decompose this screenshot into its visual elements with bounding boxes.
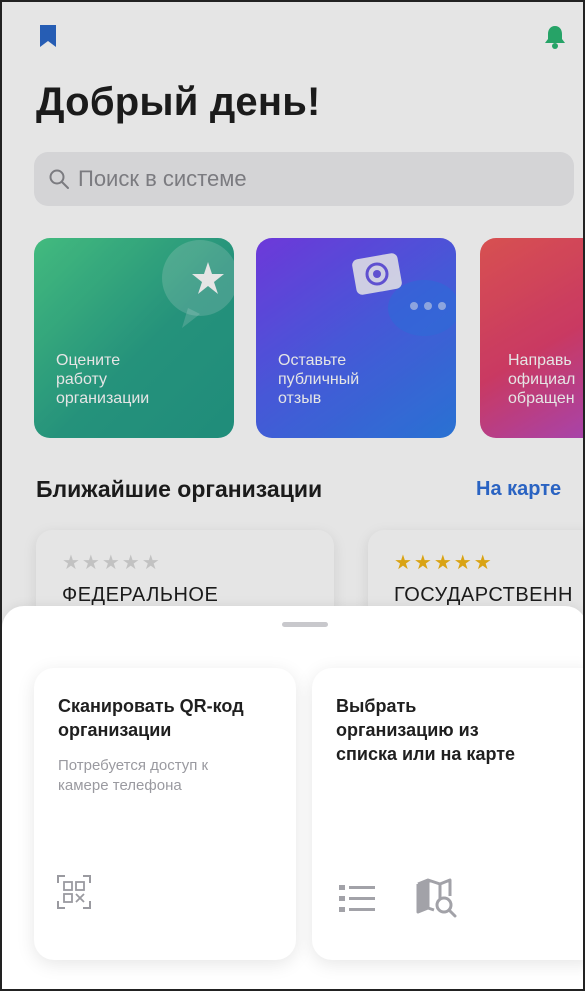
option-title: Выбрать организацию из списка или на кар… — [336, 696, 516, 764]
option-subtitle: Потребуется доступ к камере телефона — [58, 757, 209, 794]
scan-qr-option[interactable]: Сканировать QR-код организации Потребует… — [34, 668, 296, 960]
option-title: Сканировать QR-код организации — [58, 696, 244, 740]
phone-screen: Добрый день! Оцените работу организации — [0, 0, 585, 991]
list-icon — [339, 885, 375, 912]
choose-organization-option[interactable]: Выбрать организацию из списка или на кар… — [312, 668, 583, 960]
qr-code-icon — [57, 875, 91, 909]
bottom-sheet: Сканировать QR-код организации Потребует… — [2, 606, 583, 989]
sheet-grabber[interactable] — [282, 622, 328, 627]
map-search-icon — [416, 878, 457, 918]
